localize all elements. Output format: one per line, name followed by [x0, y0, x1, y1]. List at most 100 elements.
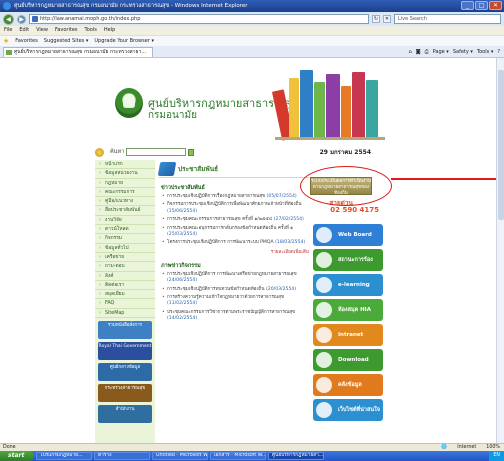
nav-item[interactable]: เครือข่าย	[95, 253, 155, 263]
intranet-banner[interactable]: Intranet	[313, 324, 383, 346]
menu-file[interactable]: File	[4, 26, 12, 35]
page-viewport: ศูนย์บริหารกฎหมายสาธารณสุข กรมอนามัย ค้น…	[0, 58, 504, 443]
tab-current[interactable]: ศูนย์บริหารกฎหมายสาธารณสุข กรมอนามัย กระ…	[3, 46, 153, 57]
nav-item[interactable]: SiteMap	[95, 309, 155, 319]
safety-menu[interactable]: Safety ▾	[453, 49, 473, 55]
intranet-icon	[316, 327, 332, 343]
news-item[interactable]: การสร้างความรู้ความเข้าใจกฎหมายว่าด้วยกา…	[159, 295, 309, 308]
tools-menu[interactable]: Tools ▾	[477, 49, 493, 55]
menu-edit[interactable]: Edit	[19, 26, 29, 35]
nav-item[interactable]: ถาม-ตอบ	[95, 262, 155, 272]
nav-item[interactable]: ข้อมูลหน่วยงาน	[95, 169, 155, 179]
page-menu[interactable]: Page ▾	[433, 49, 449, 55]
status-text: Done	[3, 445, 16, 450]
section-title: ภาพข่าวกิจกรรม	[161, 262, 201, 269]
news-item[interactable]: การประชุมเชิงปฏิบัติการเรื่องกฎหมายสาธาร…	[159, 194, 309, 201]
nav-item[interactable]: สื่อประชาสัมพันธ์	[95, 206, 155, 216]
news-item[interactable]: การประชุมเชิงปฏิบัติการทบทวนข้อกำหนดท้อง…	[159, 287, 309, 294]
elearning-banner[interactable]: e-learning	[313, 274, 383, 296]
download-banner[interactable]: Download	[313, 349, 383, 371]
favorites-button[interactable]: Favorites	[15, 38, 38, 44]
print-icon[interactable]: ⎙	[425, 49, 429, 55]
favorites-bar: ★ Favorites Suggested Sites ▾ Upgrade Yo…	[0, 35, 504, 46]
site-subtitle: กรมอนามัย	[148, 110, 197, 121]
nav-item[interactable]: ข้อมูลทั่วไป	[95, 244, 155, 253]
nav-item[interactable]: สมุดเยี่ยม	[95, 290, 155, 300]
nav-item[interactable]: คณะกรรมการ	[95, 188, 155, 198]
upgrade-browser-link[interactable]: Upgrade Your Browser ▾	[94, 38, 154, 44]
taskbar-item[interactable]: ศูนย์บริหารกฎหมายสา...	[268, 452, 324, 460]
start-button[interactable]: start	[0, 451, 34, 461]
nav-item[interactable]: ติดต่อเรา	[95, 281, 155, 291]
left-banner[interactable]: รวมหนังสือสั่งการ	[98, 321, 152, 340]
search-input[interactable]: Live Search	[394, 14, 501, 24]
red-annotation-line	[391, 178, 504, 180]
left-banner[interactable]: สำนักงาน	[98, 405, 152, 424]
stop-button[interactable]: ✕	[383, 15, 391, 23]
news-item[interactable]: การประชุมคณะกรรมการสาธารณสุข ครั้งที่ ๑/…	[159, 217, 309, 224]
window-titlebar: ศูนย์บริหารกฎหมายสาธารณสุข กรมอนามัย กระ…	[0, 0, 504, 12]
nav-item[interactable]: FAQ	[95, 299, 155, 309]
taskbar-item[interactable]: เอกสาร - Microsoft W...	[210, 452, 266, 460]
left-banner[interactable]: ศูนย์กลางข้อมูล	[98, 363, 152, 382]
taskbar-item[interactable]: โปรแกรมกฎหมาย...	[36, 452, 92, 460]
webboard-banner[interactable]: Web Board	[313, 224, 383, 246]
site-search-input[interactable]	[126, 148, 187, 156]
menu-view[interactable]: View	[36, 26, 48, 35]
news-item[interactable]: ประชุมคณะกรรมการวิชาการตามพระราชบัญญัติก…	[159, 310, 309, 323]
library-banner[interactable]: ห้องสมุด HIA LAW	[313, 299, 383, 321]
refresh-button[interactable]: ↻	[372, 15, 380, 23]
left-navigation: หน้าแรก ข้อมูลหน่วยงาน กฎหมาย คณะกรรมการ…	[95, 160, 155, 443]
nav-item[interactable]: กฎหมาย	[95, 179, 155, 188]
help-icon[interactable]: ?	[497, 49, 500, 55]
nav-item[interactable]: งานวิจัย	[95, 216, 155, 226]
menu-help[interactable]: Help	[104, 26, 115, 35]
menu-favorites[interactable]: Favorites	[55, 26, 78, 35]
hotline-number: 02 590 4175	[330, 206, 379, 214]
news-item[interactable]: การประชุมคณะอนุกรรมการกลั่นกรองข้อกำหนดท…	[159, 226, 309, 239]
news-item[interactable]: กิจกรรมการประชุมเชิงปฏิบัติการเพื่อพัฒนา…	[159, 202, 309, 215]
nav-item[interactable]: ดาวน์โหลด	[95, 225, 155, 235]
ie-icon	[3, 2, 11, 10]
site-search-row: ค้นหา 29 มกราคม 2554	[95, 146, 385, 158]
menu-tools[interactable]: Tools	[85, 26, 97, 35]
close-button[interactable]: ✕	[489, 1, 502, 10]
news-item[interactable]: โครงการประชุมเชิงปฏิบัติการ การพัฒนาระบบ…	[159, 240, 309, 247]
main-content: ประชาสัมพันธ์ ข่าวประชาสัมพันธ์ การประชุ…	[157, 160, 309, 443]
search-icon	[95, 147, 104, 157]
left-banner[interactable]: Royal Thai Government	[98, 342, 152, 361]
taskbar-item[interactable]: ตาราง	[94, 452, 150, 460]
site-banner: ศูนย์บริหารกฎหมายสาธารณสุข กรมอนามัย	[95, 58, 385, 141]
archive-banner[interactable]: คลังข้อมูล	[313, 374, 383, 396]
books-illustration	[271, 64, 385, 141]
nav-item[interactable]: ลิงค์	[95, 272, 155, 281]
nav-item[interactable]: หน้าแรก	[95, 160, 155, 170]
url-field[interactable]: http://law.anamai.moph.go.th/index.php	[29, 14, 369, 24]
links-banner[interactable]: เว็บไซต์ที่น่าสนใจ	[313, 399, 383, 421]
globe-icon: 🌐	[441, 445, 448, 450]
system-tray: EN	[489, 451, 504, 461]
section-title: ข่าวประชาสัมพันธ์	[161, 185, 205, 191]
zoom-level[interactable]: 100%	[486, 444, 500, 451]
vertical-scrollbar[interactable]	[496, 58, 504, 443]
site-search-label: ค้นหา	[110, 149, 125, 155]
complaint-banner[interactable]: สถานะการร้องเรียน	[313, 249, 383, 271]
address-bar: ◀ ▶ http://law.anamai.moph.go.th/index.p…	[0, 12, 504, 26]
nav-item[interactable]: กิจกรรม	[95, 234, 155, 244]
maximize-button[interactable]: □	[475, 1, 488, 10]
more-link[interactable]: รายละเอียดเพิ่มเติม	[159, 249, 309, 256]
links-icon	[316, 402, 332, 418]
suggested-sites-link[interactable]: Suggested Sites ▾	[44, 38, 88, 44]
site-search-button[interactable]	[188, 148, 195, 156]
news-item[interactable]: การประชุมเชิงปฏิบัติการ การพัฒนาเครือข่า…	[159, 272, 309, 285]
home-icon[interactable]: ⌂	[409, 49, 412, 55]
scrollbar-thumb[interactable]	[498, 70, 504, 220]
minimize-button[interactable]: _	[461, 1, 474, 10]
forward-button[interactable]: ▶	[17, 14, 26, 24]
back-button[interactable]: ◀	[3, 13, 14, 25]
tab-bar: ศูนย์บริหารกฎหมายสาธารณสุข กรมอนามัย กระ…	[0, 46, 504, 58]
left-banner[interactable]: กระทรวงสาธารณสุข	[98, 384, 152, 403]
nav-item[interactable]: คู่มือ/แนวทาง	[95, 197, 155, 207]
feeds-icon[interactable]: ◙	[416, 49, 421, 55]
taskbar-item[interactable]: Untitled - Microsoft Word	[152, 452, 208, 460]
